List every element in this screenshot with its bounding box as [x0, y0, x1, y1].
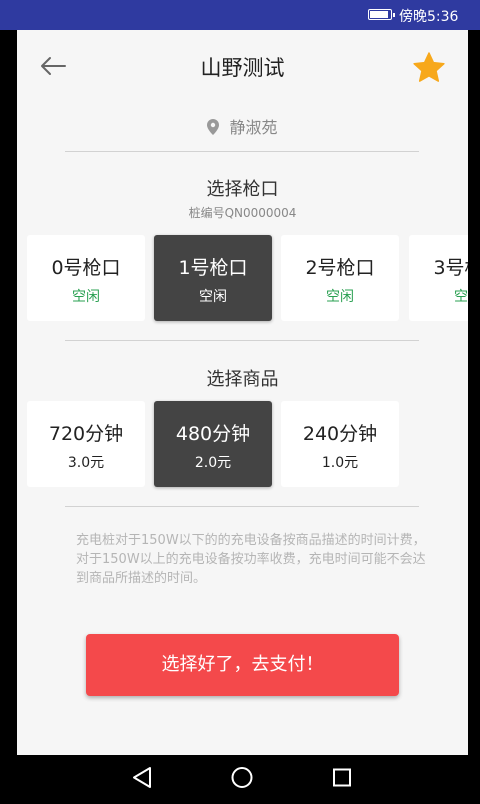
circle-home-icon	[231, 767, 253, 788]
gun-label: 0号枪口	[51, 257, 121, 279]
divider	[65, 506, 419, 507]
gun-status: 空闲	[199, 289, 227, 305]
favorite-button[interactable]	[411, 50, 447, 86]
product-card-2[interactable]: 240分钟 1.0元	[281, 401, 399, 487]
gun-card-0[interactable]: 0号枪口 空闲	[27, 235, 145, 321]
star-icon	[413, 52, 445, 82]
location-pin-icon	[207, 119, 220, 135]
gun-status: 空闲	[454, 289, 468, 305]
page-title: 山野测试	[200, 56, 285, 80]
gun-label: 2号枪口	[305, 257, 375, 279]
nav-back-button[interactable]	[112, 755, 172, 800]
product-price: 3.0元	[67, 455, 105, 471]
status-bar: 傍晚5:36	[0, 0, 480, 30]
pile-number: 桩编号QN0000004	[188, 206, 297, 220]
nav-home-button[interactable]	[212, 755, 272, 800]
gun-label: 1号枪口	[178, 257, 248, 279]
gun-status: 空闲	[326, 289, 354, 305]
location-name: 静淑苑	[229, 118, 278, 137]
triangle-back-icon	[133, 767, 151, 788]
product-section-title: 选择商品	[206, 369, 279, 390]
product-duration: 720分钟	[48, 423, 124, 445]
system-nav-bar	[0, 755, 480, 800]
product-price: 1.0元	[321, 455, 359, 471]
pay-button[interactable]: 选择好了，去支付！	[86, 634, 399, 696]
product-duration: 240分钟	[302, 423, 378, 445]
app-screen: 山野测试 静淑苑 选择枪口 桩编号QN0000004 0号枪口 空闲 1号枪口 …	[17, 30, 468, 755]
divider	[65, 340, 419, 341]
product-card-0[interactable]: 720分钟 3.0元	[27, 401, 145, 487]
battery-icon	[368, 9, 395, 20]
gun-card-1[interactable]: 1号枪口 空闲	[154, 235, 272, 321]
product-price: 2.0元	[194, 455, 232, 471]
square-recents-icon	[333, 768, 351, 787]
gun-section-title: 选择枪口	[206, 179, 279, 200]
product-duration: 480分钟	[175, 423, 251, 445]
location-row: 静淑苑	[17, 114, 468, 138]
gun-status: 空闲	[72, 289, 100, 305]
status-time: 傍晚5:36	[399, 9, 459, 25]
gun-card-3[interactable]: 3号枪口 空闲	[409, 235, 468, 321]
gun-label: 3号枪口	[433, 257, 468, 279]
gun-card-2[interactable]: 2号枪口 空闲	[281, 235, 399, 321]
nav-recents-button[interactable]	[312, 755, 372, 800]
product-card-1[interactable]: 480分钟 2.0元	[154, 401, 272, 487]
divider	[65, 151, 419, 152]
billing-notice: 充电桩对于150W以下的的充电设备按商品描述的时间计费，对于150W以上的充电设…	[76, 533, 426, 586]
